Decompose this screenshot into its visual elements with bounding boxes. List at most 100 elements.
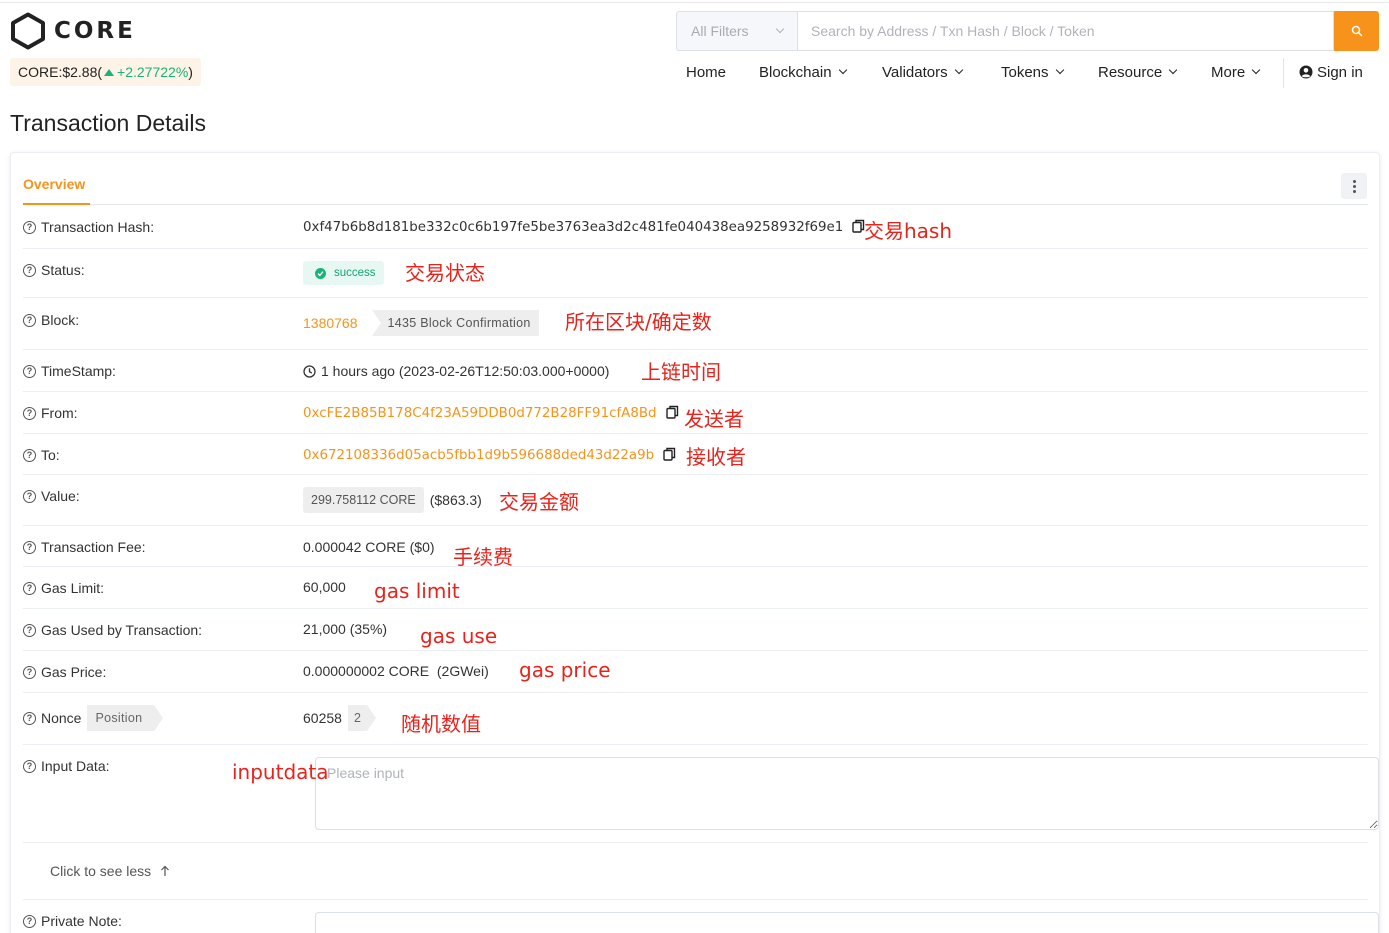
from-label: ? From: bbox=[23, 405, 78, 421]
price-change-value: +2.27722% bbox=[117, 64, 189, 80]
to-value: 0x672108336d05acb5fbb1d9b596688ded43d22a… bbox=[303, 447, 676, 464]
arrow-up-icon bbox=[161, 865, 170, 876]
chevron-down-icon bbox=[1168, 65, 1178, 75]
chevron-down-icon bbox=[1251, 65, 1261, 75]
copy-icon[interactable] bbox=[663, 447, 676, 464]
arrow-up-icon bbox=[104, 68, 115, 76]
help-icon[interactable]: ? bbox=[23, 665, 36, 679]
help-icon[interactable]: ? bbox=[23, 313, 36, 327]
search-input[interactable] bbox=[797, 11, 1334, 51]
page-title: Transaction Details bbox=[10, 110, 207, 136]
nonce-label: ? Nonce Position bbox=[23, 705, 164, 731]
clock-icon bbox=[303, 364, 316, 378]
user-icon bbox=[1299, 65, 1313, 79]
help-icon[interactable]: ? bbox=[23, 448, 36, 462]
nav-tokens-label: Tokens bbox=[1001, 63, 1049, 81]
search-button[interactable] bbox=[1334, 11, 1379, 51]
search-icon bbox=[1351, 25, 1362, 37]
row-transaction-fee: ? Transaction Fee: 0.000042 CORE ($0) 手续… bbox=[23, 526, 1368, 569]
row-nonce: ? Nonce Position 60258 2 随机数值 bbox=[23, 693, 1368, 745]
block-label: ? Block: bbox=[23, 312, 79, 328]
help-icon[interactable]: ? bbox=[23, 540, 36, 554]
help-icon[interactable]: ? bbox=[23, 406, 36, 420]
row-to: ? To: 0x672108336d05acb5fbb1d9b596688ded… bbox=[23, 434, 1368, 475]
annotation-fee: 手续费 bbox=[453, 545, 513, 569]
see-less-toggle[interactable]: Click to see less bbox=[50, 863, 170, 879]
chevron-down-icon bbox=[1055, 65, 1064, 75]
help-icon[interactable]: ? bbox=[23, 581, 36, 595]
nav-blockchain[interactable]: Blockchain bbox=[759, 60, 847, 84]
nav-tokens[interactable]: Tokens bbox=[1001, 60, 1064, 84]
nav-more-label: More bbox=[1211, 63, 1246, 81]
row-private-note: ? Private Note: bbox=[23, 900, 1379, 933]
nav-blockchain-label: Blockchain bbox=[759, 63, 832, 81]
gas-limit-label: ? Gas Limit: bbox=[23, 580, 104, 596]
annotation-gas-used: gas use bbox=[420, 624, 498, 648]
price-close: ) bbox=[188, 64, 193, 80]
help-icon[interactable]: ? bbox=[23, 364, 36, 378]
gas-used-value: 21,000 (35%) bbox=[303, 621, 388, 637]
row-see-less: Click to see less bbox=[23, 843, 1368, 900]
status-badge: success bbox=[303, 261, 384, 285]
annotation-value: 交易金额 bbox=[499, 490, 579, 514]
fee-value: 0.000042 CORE ($0) bbox=[303, 539, 435, 555]
row-input-data: ? Input Data: inputdata bbox=[23, 745, 1379, 843]
sign-in-link[interactable]: Sign in bbox=[1299, 60, 1363, 84]
chevron-down-icon bbox=[954, 65, 963, 75]
row-block: ? Block: 1380768 1435 Block Confirmation… bbox=[23, 298, 1368, 350]
chevron-down-icon bbox=[838, 65, 847, 75]
status-label: ? Status: bbox=[23, 262, 85, 278]
row-value: ? Value: 299.758112 CORE ($863.3) 交易金额 bbox=[23, 475, 1368, 526]
annotation-gas-limit: gas limit bbox=[374, 579, 460, 603]
nav-validators-label: Validators bbox=[882, 63, 948, 81]
annotation-block: 所在区块/确定数 bbox=[565, 310, 712, 334]
to-label: ? To: bbox=[23, 447, 60, 463]
help-icon[interactable]: ? bbox=[23, 914, 36, 928]
nav-more[interactable]: More bbox=[1211, 60, 1261, 84]
row-gas-used: ? Gas Used by Transaction: 21,000 (35%) … bbox=[23, 609, 1368, 651]
annotation-timestamp: 上链时间 bbox=[641, 360, 721, 384]
logo-text: CORE bbox=[54, 18, 136, 44]
private-note-input[interactable] bbox=[315, 912, 1379, 933]
help-icon[interactable]: ? bbox=[23, 220, 36, 234]
hash-value: 0xf47b6b8d181be332c0c6b197fe5be3763ea3d2… bbox=[303, 219, 865, 236]
hexagon-logo-icon bbox=[11, 12, 45, 50]
hash-label: ? Transaction Hash: bbox=[23, 219, 154, 235]
gas-limit-value: 60,000 bbox=[303, 579, 346, 595]
check-circle-icon bbox=[315, 267, 326, 279]
tab-overview[interactable]: Overview bbox=[23, 176, 85, 192]
nonce-position-badge: 2 bbox=[347, 705, 376, 731]
help-icon[interactable]: ? bbox=[23, 711, 36, 725]
block-value: 1380768 1435 Block Confirmation bbox=[303, 310, 539, 336]
filter-select[interactable]: All Filters bbox=[676, 11, 797, 51]
nav-divider bbox=[1283, 58, 1284, 88]
private-note-label: ? Private Note: bbox=[23, 913, 122, 929]
nav-validators[interactable]: Validators bbox=[882, 60, 963, 84]
block-confirmation-badge: 1435 Block Confirmation bbox=[371, 310, 539, 336]
help-icon[interactable]: ? bbox=[23, 759, 36, 773]
copy-icon[interactable] bbox=[665, 405, 679, 422]
input-data-textarea[interactable] bbox=[315, 757, 1379, 830]
row-gas-price: ? Gas Price: 0.000000002 CORE (2GWei) ga… bbox=[23, 651, 1368, 693]
block-number-link[interactable]: 1380768 bbox=[303, 315, 358, 331]
search-bar: All Filters bbox=[676, 11, 1379, 51]
timestamp-label: ? TimeStamp: bbox=[23, 363, 116, 379]
row-status: ? Status: success 交易状态 bbox=[23, 249, 1368, 298]
to-address-link[interactable]: 0x672108336d05acb5fbb1d9b596688ded43d22a… bbox=[303, 448, 654, 463]
more-options-button[interactable] bbox=[1341, 173, 1367, 199]
annotation-to: 接收者 bbox=[686, 445, 746, 469]
help-icon[interactable]: ? bbox=[23, 623, 36, 637]
help-icon[interactable]: ? bbox=[23, 263, 36, 277]
fee-label: ? Transaction Fee: bbox=[23, 539, 146, 555]
help-icon[interactable]: ? bbox=[23, 489, 36, 503]
price-change: +2.27722% bbox=[102, 64, 188, 80]
from-value: 0xcFE2B85B178C4f23A59DDB0d772B28FF91cfA8… bbox=[303, 405, 679, 422]
core-logo[interactable]: CORE bbox=[10, 12, 136, 50]
row-gas-limit: ? Gas Limit: 60,000 gas limit bbox=[23, 567, 1368, 609]
from-address-link[interactable]: 0xcFE2B85B178C4f23A59DDB0d772B28FF91cfA8… bbox=[303, 406, 657, 421]
row-timestamp: ? TimeStamp: 1 hours ago (2023-02-26T12:… bbox=[23, 350, 1368, 392]
nonce-value: 60258 2 bbox=[303, 705, 376, 731]
nav-resource[interactable]: Resource bbox=[1098, 60, 1178, 84]
nav-home[interactable]: Home bbox=[686, 60, 726, 84]
annotation-hash: 交易hash bbox=[864, 219, 953, 243]
